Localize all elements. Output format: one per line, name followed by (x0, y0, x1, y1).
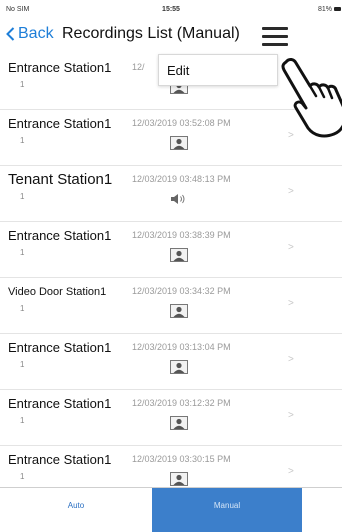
station-name: Video Door Station1 (8, 286, 107, 298)
image-icon (170, 416, 188, 430)
station-number: 1 (20, 472, 25, 481)
station-number: 1 (20, 80, 25, 89)
recording-row[interactable]: Entrance Station1 1 12/03/2019 03:12:32 … (0, 390, 342, 446)
tab-manual[interactable]: Manual (152, 488, 302, 532)
station-number: 1 (20, 304, 25, 313)
image-icon (170, 304, 188, 318)
battery-percent: 81% (317, 6, 332, 13)
station-name: Entrance Station1 (8, 228, 112, 243)
page-title: Recordings List (Manual) (62, 25, 240, 42)
hamburger-line (262, 35, 288, 38)
recording-row[interactable]: Entrance Station1 1 12/03/2019 03:13:04 … (0, 334, 342, 390)
chevron-right-icon: > (288, 410, 294, 421)
clock-label: 15:55 (162, 6, 180, 13)
edit-menu-item[interactable]: Edit (158, 54, 278, 86)
station-number: 1 (20, 416, 25, 425)
battery-label: 81% (317, 6, 341, 13)
recording-datetime: 12/03/2019 03:30:15 PM (132, 454, 231, 464)
station-name: Entrance Station1 (8, 396, 112, 411)
image-icon (170, 472, 188, 486)
edit-label: Edit (167, 63, 190, 78)
nav-bar: Back Recordings List (Manual) (0, 18, 342, 54)
station-name: Entrance Station1 (8, 116, 112, 131)
recording-datetime: 12/03/2019 03:34:32 PM (132, 286, 231, 296)
image-icon (170, 248, 188, 262)
menu-button[interactable] (260, 24, 290, 48)
recording-datetime: 12/03/2019 03:48:13 PM (132, 174, 231, 184)
chevron-right-icon: > (288, 242, 294, 253)
chevron-right-icon: > (288, 298, 294, 309)
station-name: Entrance Station1 (8, 452, 112, 467)
tab-bar-filler (302, 488, 342, 532)
image-icon (170, 360, 188, 374)
chevron-right-icon: > (288, 354, 294, 365)
recording-row[interactable]: Entrance Station1 1 12/03/2019 03:38:39 … (0, 222, 342, 278)
station-name: Tenant Station1 (8, 171, 113, 188)
station-number: 1 (20, 192, 25, 201)
station-name: Entrance Station1 (8, 60, 112, 75)
hamburger-line (262, 27, 288, 30)
back-label: Back (18, 25, 54, 42)
back-button[interactable]: Back (6, 25, 54, 43)
chevron-right-icon: > (288, 466, 294, 477)
recording-row[interactable]: Video Door Station1 1 12/03/2019 03:34:3… (0, 278, 342, 334)
station-number: 1 (20, 136, 25, 145)
battery-icon (334, 7, 341, 11)
recording-row[interactable]: Tenant Station1 1 12/03/2019 03:48:13 PM… (0, 166, 342, 222)
chevron-left-icon (6, 27, 15, 41)
chevron-right-icon: > (288, 186, 294, 197)
tab-auto[interactable]: Auto (0, 488, 152, 532)
station-number: 1 (20, 360, 25, 369)
recording-datetime: 12/03/2019 03:12:32 PM (132, 398, 231, 408)
pointing-hand-icon (281, 58, 342, 138)
recording-row[interactable]: Entrance Station1 1 12/03/2019 03:30:15 … (0, 446, 342, 487)
image-icon (170, 136, 188, 150)
station-number: 1 (20, 248, 25, 257)
status-bar: No SIM 15:55 81% (0, 0, 342, 18)
recording-datetime: 12/03/2019 03:52:08 PM (132, 118, 231, 128)
station-name: Entrance Station1 (8, 340, 112, 355)
recording-datetime: 12/ (132, 62, 145, 72)
tab-bar: Auto Manual (0, 487, 342, 532)
recording-datetime: 12/03/2019 03:13:04 PM (132, 342, 231, 352)
hamburger-line (262, 43, 288, 46)
recording-datetime: 12/03/2019 03:38:39 PM (132, 230, 231, 240)
speaker-icon (171, 194, 185, 204)
